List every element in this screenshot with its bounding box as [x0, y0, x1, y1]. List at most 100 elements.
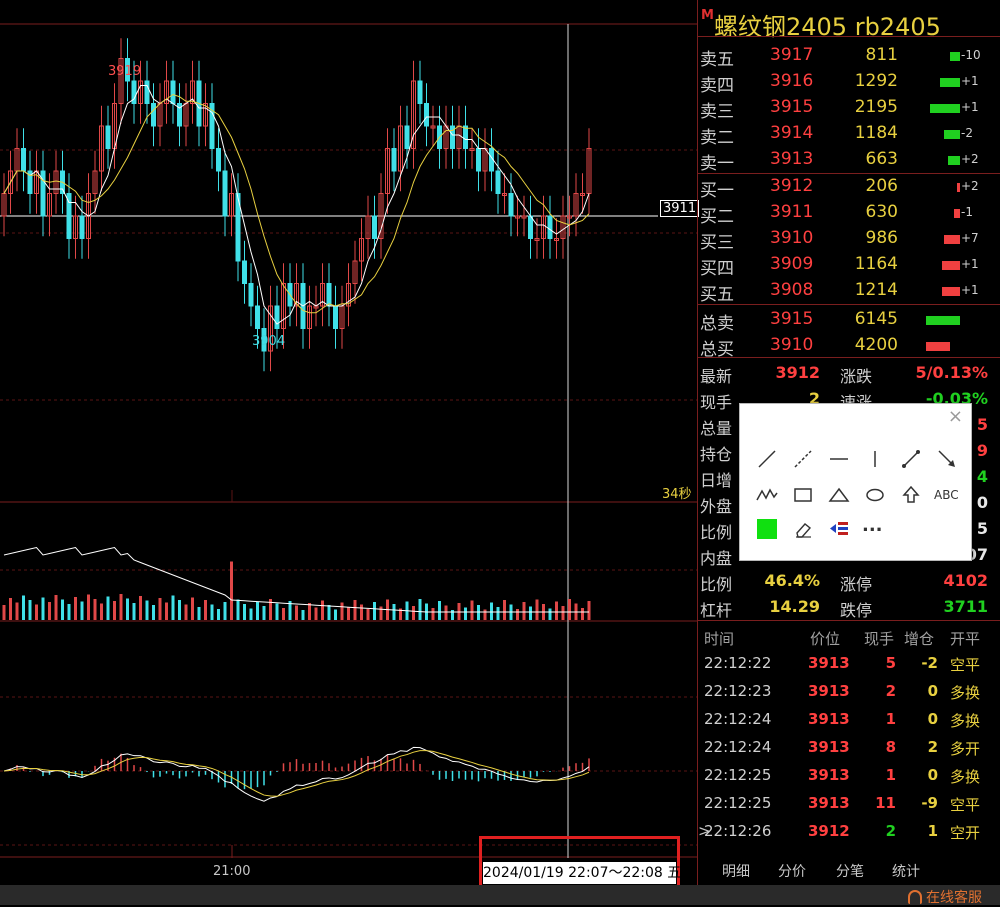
- high-price-label: 3919: [108, 64, 142, 79]
- tick-open-close: 多开: [950, 740, 981, 758]
- bid-level-row[interactable]: 买四 3909 1164 +1: [698, 251, 1000, 279]
- ask-level-row[interactable]: 卖三 3915 2195 +1: [698, 94, 1000, 122]
- volume-bar: [22, 595, 25, 620]
- total-label: 总卖: [700, 314, 734, 334]
- volume-bar: [418, 599, 422, 620]
- bid-level-row[interactable]: 买五 3908 1214 +1: [698, 277, 1000, 305]
- drawing-toolbox: × ABC ...: [739, 403, 972, 561]
- volume-bar: [93, 599, 97, 620]
- tick-header-price: 价位: [810, 630, 841, 648]
- stat-label: 杠杆: [700, 601, 733, 620]
- ray-segment-icon[interactable]: [898, 446, 924, 472]
- volume-bar: [295, 605, 298, 620]
- volume-bar: [340, 602, 344, 620]
- polyline-icon[interactable]: [754, 482, 780, 508]
- dashed-line-icon[interactable]: [790, 446, 816, 472]
- volume-bar: [379, 606, 383, 620]
- tab-tick-by-tick[interactable]: 分笔: [836, 861, 864, 881]
- tick-qty: 8: [885, 738, 896, 756]
- volume-bar: [282, 608, 285, 620]
- ask-level-row[interactable]: 卖五 3917 811 -10: [698, 42, 1000, 70]
- tick-row[interactable]: 22:12:22 3913 5 -2 空平: [698, 650, 1000, 678]
- order-total-row: 总卖 3915 6145: [698, 306, 1000, 334]
- volume-bar: [327, 605, 331, 620]
- level-volume: 206: [865, 176, 898, 196]
- volume-change-bar: [957, 183, 960, 192]
- volume-bar: [470, 600, 474, 620]
- horizontal-line-icon[interactable]: [826, 446, 852, 472]
- bid-level-row[interactable]: 买三 3910 986 +7: [698, 225, 1000, 253]
- level-change: -1: [961, 205, 973, 219]
- volume-change-bar: [944, 130, 960, 139]
- delete-drawings-icon[interactable]: [826, 516, 852, 542]
- more-options-icon[interactable]: ...: [862, 516, 888, 542]
- ask-level-row[interactable]: 卖二 3914 1184 -2: [698, 120, 1000, 148]
- tick-oi-change: 2: [927, 738, 938, 756]
- candle-body: [21, 148, 26, 172]
- level-volume: 1292: [854, 71, 898, 91]
- tick-header-qty: 现手: [864, 630, 895, 648]
- ask-level-row[interactable]: 卖一 3913 663 +2: [698, 146, 1000, 174]
- stat-label: 跌停: [840, 601, 873, 620]
- line-segment-icon[interactable]: [754, 446, 780, 472]
- volume-bar: [529, 606, 532, 620]
- tick-row[interactable]: 22:12:24 3913 8 2 多开: [698, 734, 1000, 762]
- level-volume: 663: [865, 149, 898, 169]
- tick-header-type: 开平: [950, 630, 981, 648]
- arrow-line-icon[interactable]: [934, 446, 960, 472]
- stat-value: 14.29: [769, 597, 820, 616]
- candle-body: [547, 215, 553, 239]
- stat-row: 最新 3912 涨跌 5/0.13%: [698, 360, 1000, 386]
- candlestick-chart-area[interactable]: 3919 3904 3911 34秒 21:00: [0, 0, 700, 885]
- low-price-label: 3904: [252, 334, 286, 349]
- online-service-link[interactable]: 在线客服: [908, 887, 982, 907]
- level-label: 买四: [700, 259, 734, 279]
- volume-bar: [28, 600, 32, 620]
- tick-row[interactable]: 22:12:25 3913 1 0 多换: [698, 762, 1000, 790]
- order-total-row: 总买 3910 4200: [698, 332, 1000, 360]
- volume-change-bar: [954, 209, 960, 218]
- status-bar: 在线客服: [0, 885, 1000, 907]
- eraser-icon[interactable]: [790, 516, 816, 542]
- triangle-icon[interactable]: [826, 482, 852, 508]
- tick-row[interactable]: 22:12:25 3913 11 -9 空平: [698, 790, 1000, 818]
- close-icon[interactable]: ×: [948, 406, 963, 427]
- volume-change-bar: [942, 287, 960, 296]
- level-price: 3916: [770, 71, 814, 91]
- text-tool-icon[interactable]: ABC: [934, 482, 964, 508]
- volume-change-bar: [948, 156, 960, 165]
- ellipse-icon[interactable]: [862, 482, 888, 508]
- level-volume: 2195: [854, 97, 898, 117]
- tick-price: 3913: [808, 654, 850, 672]
- tab-statistics[interactable]: 统计: [892, 861, 920, 881]
- vertical-line-icon[interactable]: [862, 446, 888, 472]
- online-service-label: 在线客服: [926, 890, 982, 906]
- total-volume: 6145: [854, 309, 898, 329]
- volume-bar: [217, 609, 220, 620]
- tick-row[interactable]: 22:12:24 3913 1 0 多换: [698, 706, 1000, 734]
- volume-bar: [145, 600, 149, 620]
- candle-body: [495, 170, 501, 194]
- tab-detail[interactable]: 明细: [722, 861, 750, 881]
- rectangle-icon[interactable]: [790, 482, 816, 508]
- tick-time: 22:12:24: [704, 738, 772, 756]
- total-price: 3915: [770, 309, 814, 329]
- bid-level-row[interactable]: 买二 3911 630 -1: [698, 199, 1000, 227]
- level-change: -10: [961, 48, 981, 62]
- chart-canvas[interactable]: [0, 0, 697, 885]
- ask-level-row[interactable]: 卖四 3916 1292 +1: [698, 68, 1000, 96]
- bid-level-row[interactable]: 买一 3912 206 +2: [698, 173, 1000, 201]
- level-change: +1: [961, 283, 979, 297]
- volume-bar: [568, 599, 571, 620]
- tick-row[interactable]: >22:12:26 3912 2 1 空开: [698, 818, 1000, 846]
- level-change: +2: [961, 179, 979, 193]
- level-price: 3911: [770, 202, 814, 222]
- up-arrow-icon[interactable]: [898, 482, 924, 508]
- stat-label: 比例: [700, 523, 733, 542]
- color-swatch[interactable]: [754, 516, 780, 542]
- level-label: 卖三: [700, 102, 734, 122]
- volume-bar: [373, 602, 376, 620]
- tick-row[interactable]: 22:12:23 3913 2 0 多换: [698, 678, 1000, 706]
- tab-price-distribution[interactable]: 分价: [778, 861, 806, 881]
- tick-price: 3912: [808, 822, 850, 840]
